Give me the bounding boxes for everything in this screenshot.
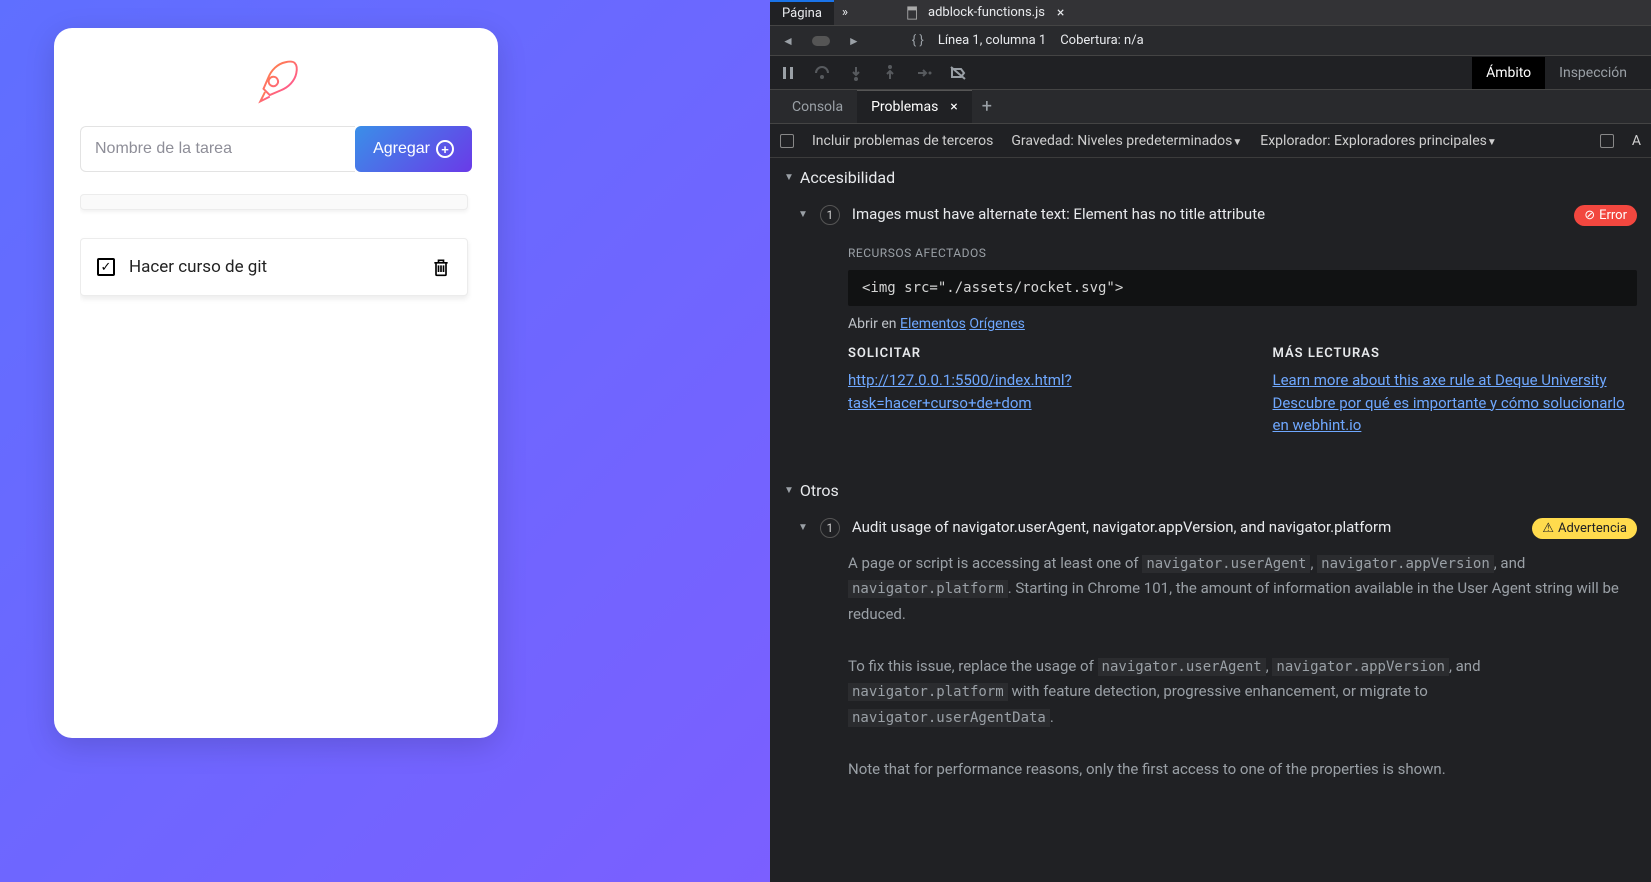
collapse-icon: ▼ — [798, 522, 808, 533]
third-party-label: Incluir problemas de terceros — [812, 133, 993, 149]
add-tab-icon[interactable]: + — [972, 96, 1002, 117]
trash-icon[interactable] — [431, 256, 451, 278]
affected-code[interactable]: <img src="./assets/rocket.svg"> — [848, 270, 1637, 306]
issue-count-badge: 1 — [820, 518, 840, 538]
file-icon — [906, 6, 920, 20]
third-party-checkbox[interactable] — [780, 134, 794, 148]
tab-issues[interactable]: Problemas × — [857, 90, 972, 123]
issue-description-1: A page or script is accessing at least o… — [770, 547, 1651, 632]
tab-page[interactable]: Página — [770, 0, 834, 25]
error-icon: ⊘ — [1584, 208, 1595, 223]
rocket-icon — [251, 56, 301, 106]
link-origins[interactable]: Orígenes — [969, 316, 1025, 332]
issues-list[interactable]: ▼ Accesibilidad ▼ 1 Images must have alt… — [770, 158, 1651, 882]
issue-columns: SOLICITAR http://127.0.0.1:5500/index.ht… — [848, 346, 1637, 437]
step-into-icon[interactable] — [848, 65, 864, 81]
issue-count-badge: 1 — [820, 205, 840, 225]
more-link-1[interactable]: Learn more about this axe rule at Deque … — [1273, 369, 1638, 392]
resources-heading: RECURSOS AFECTADOS — [848, 246, 1637, 260]
add-task-button[interactable]: Agregar + — [355, 126, 472, 172]
warning-badge: ⚠ Advertencia — [1532, 518, 1637, 539]
issues-filter-bar: Incluir problemas de terceros Gravedad: … — [770, 124, 1651, 158]
source-toolbar: ◄ ► { } Línea 1, columna 1 Cobertura: n/… — [770, 26, 1651, 56]
task-name-input[interactable] — [80, 126, 355, 172]
more-link-2[interactable]: Descubre por qué es importante y cómo so… — [1273, 392, 1638, 437]
section-others[interactable]: ▼ Otros — [770, 471, 1651, 510]
tab-console[interactable]: Consola — [778, 91, 857, 123]
more-reading-column: MÁS LECTURAS Learn more about this axe r… — [1273, 346, 1638, 437]
request-column: SOLICITAR http://127.0.0.1:5500/index.ht… — [848, 346, 1213, 437]
browser-dropdown[interactable]: Explorador: Exploradores principales▼ — [1260, 133, 1497, 149]
devtools-panel: Página » adblock-functions.js × ◄ ► { } … — [770, 0, 1651, 882]
collapse-icon: ▼ — [784, 172, 794, 183]
add-button-label: Agregar — [373, 140, 430, 158]
issue-title: Audit usage of navigator.userAgent, navi… — [852, 518, 1520, 536]
link-elements[interactable]: Elementos — [900, 316, 966, 332]
task-item: ✓ Hacer curso de git — [80, 238, 468, 296]
nav-forward-icon[interactable]: ► — [844, 34, 864, 48]
scope-tabs: Ámbito Inspección — [1472, 57, 1641, 89]
list-spacer — [80, 194, 468, 210]
step-icon[interactable] — [916, 65, 932, 81]
request-url-link[interactable]: http://127.0.0.1:5500/index.html?task=ha… — [848, 369, 1213, 414]
pause-icon[interactable] — [780, 65, 796, 81]
more-reading-heading: MÁS LECTURAS — [1273, 346, 1638, 361]
step-over-icon[interactable] — [814, 65, 830, 81]
error-badge: ⊘ Error — [1574, 205, 1637, 226]
devtools-top-tabs: Página » adblock-functions.js × — [770, 0, 1651, 26]
severity-dropdown[interactable]: Gravedad: Niveles predeterminados▼ — [1011, 133, 1242, 149]
coverage-info: Cobertura: n/a — [1060, 33, 1143, 48]
todo-card: Agregar + ✓ Hacer curso de git — [54, 28, 498, 738]
request-heading: SOLICITAR — [848, 346, 1213, 361]
issue-title: Images must have alternate text: Element… — [852, 205, 1562, 223]
toggle-icon[interactable] — [812, 36, 830, 46]
task-checkbox[interactable]: ✓ — [97, 258, 115, 276]
issue-detail: RECURSOS AFECTADOS <img src="./assets/ro… — [770, 234, 1651, 443]
task-text: Hacer curso de git — [129, 257, 431, 277]
section-accessibility[interactable]: ▼ Accesibilidad — [770, 158, 1651, 197]
extra-checkbox[interactable] — [1600, 134, 1614, 148]
task-list[interactable]: ✓ Hacer curso de git — [80, 194, 472, 712]
cursor-position: Línea 1, columna 1 — [938, 33, 1046, 48]
braces-icon[interactable]: { } — [912, 33, 924, 48]
more-tabs-icon[interactable]: » — [834, 5, 856, 20]
file-tab[interactable]: adblock-functions.js × — [896, 1, 1074, 25]
step-out-icon[interactable] — [882, 65, 898, 81]
issue-description-2: To fix this issue, replace the usage of … — [770, 650, 1651, 735]
warning-icon: ⚠ — [1542, 521, 1554, 536]
plus-icon: + — [436, 140, 454, 158]
deactivate-breakpoints-icon[interactable] — [950, 65, 966, 81]
open-in-row: Abrir en Elementos Orígenes — [848, 316, 1637, 332]
issue-row[interactable]: ▼ 1 Audit usage of navigator.userAgent, … — [770, 510, 1651, 547]
close-icon[interactable]: × — [1057, 5, 1064, 21]
collapse-icon: ▼ — [798, 209, 808, 220]
debug-toolbar: Ámbito Inspección — [770, 56, 1651, 90]
issue-row[interactable]: ▼ 1 Images must have alternate text: Ele… — [770, 197, 1651, 234]
close-icon[interactable]: × — [950, 99, 957, 115]
tab-watch[interactable]: Inspección — [1545, 57, 1641, 89]
nav-back-icon[interactable]: ◄ — [778, 34, 798, 48]
issue-description-3: Note that for performance reasons, only … — [770, 753, 1651, 787]
collapse-icon: ▼ — [784, 485, 794, 496]
drawer-tabs: Consola Problemas × + — [770, 90, 1651, 124]
app-viewport: Agregar + ✓ Hacer curso de git — [0, 0, 770, 882]
task-input-row: Agregar + — [80, 126, 472, 172]
tab-scope[interactable]: Ámbito — [1472, 57, 1545, 89]
rocket-logo — [80, 56, 472, 106]
file-tab-label: adblock-functions.js — [928, 5, 1045, 20]
